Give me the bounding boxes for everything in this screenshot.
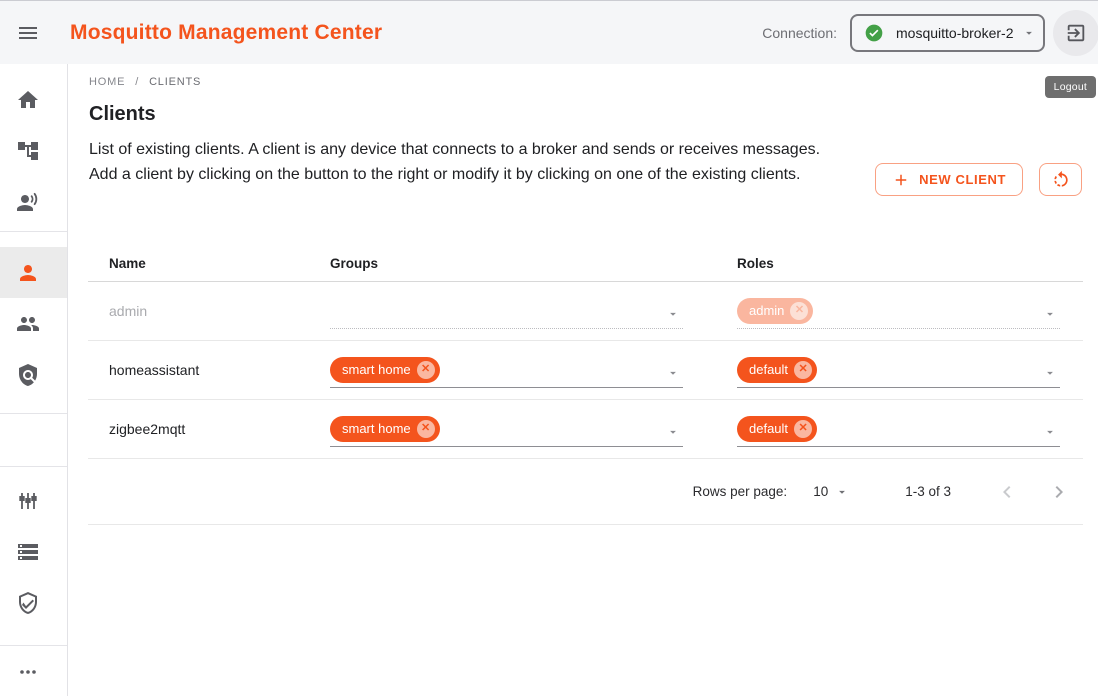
- sidebar-item-roles[interactable]: [0, 349, 67, 400]
- policy-shield-icon: [16, 363, 40, 387]
- tune-sliders-icon: [16, 489, 40, 513]
- breadcrumb-home[interactable]: HOME: [89, 76, 125, 88]
- logout-button[interactable]: [1053, 10, 1098, 56]
- page-actions: NEW CLIENT: [875, 163, 1082, 196]
- new-client-button[interactable]: NEW CLIENT: [875, 163, 1023, 196]
- plus-icon: [892, 171, 910, 189]
- chevron-down-icon: [1043, 307, 1057, 321]
- chevron-right-icon: [1047, 480, 1071, 504]
- roles-select[interactable]: default ✕: [737, 411, 1060, 447]
- role-chip: default ✕: [737, 357, 817, 383]
- app-title: Mosquitto Management Center: [70, 21, 382, 45]
- chevron-down-icon: [1043, 366, 1057, 380]
- rows-per-page-value[interactable]: 10: [813, 484, 828, 499]
- more-horiz-icon: [16, 660, 40, 684]
- chevron-down-icon: [1043, 425, 1057, 439]
- exit-to-app-icon: [1065, 22, 1087, 44]
- sidebar-item-home[interactable]: [0, 74, 67, 125]
- chevron-down-icon: [666, 366, 680, 380]
- home-icon: [16, 88, 40, 112]
- table-header-row: Name Groups Roles: [88, 246, 1083, 282]
- chevron-left-icon: [995, 480, 1019, 504]
- breadcrumb-separator: /: [135, 76, 139, 88]
- rotate-left-icon: [1051, 170, 1071, 190]
- role-chip: default ✕: [737, 416, 817, 442]
- app-bar: Mosquitto Management Center Connection: …: [0, 0, 1098, 64]
- chip-delete-icon[interactable]: ✕: [417, 361, 435, 379]
- verified-shield-icon: [16, 591, 40, 615]
- table-row-admin[interactable]: admin admin ✕: [88, 282, 1083, 341]
- new-client-button-label: NEW CLIENT: [919, 172, 1006, 187]
- sidebar: [0, 64, 68, 696]
- record-voice-over-icon: [16, 190, 40, 214]
- main-content: HOME / CLIENTS Logout Clients List of ex…: [68, 64, 1098, 696]
- previous-page-button[interactable]: [995, 480, 1019, 504]
- chip-delete-icon[interactable]: ✕: [790, 302, 808, 320]
- chevron-down-icon[interactable]: [835, 485, 849, 499]
- client-name: zigbee2mqtt: [88, 421, 330, 437]
- storage-list-icon: [16, 540, 40, 564]
- role-chip-label: default: [749, 362, 788, 377]
- sidebar-item-groups[interactable]: [0, 298, 67, 349]
- sidebar-item-streams[interactable]: [0, 526, 67, 577]
- client-name: admin: [88, 303, 330, 319]
- client-name: homeassistant: [88, 362, 330, 378]
- topic-tree-icon: [16, 139, 40, 163]
- groups-select[interactable]: smart home ✕: [330, 411, 683, 447]
- rows-per-page-label: Rows per page:: [693, 484, 788, 499]
- connection-status-check-icon: [864, 23, 884, 43]
- role-chip: admin ✕: [737, 298, 813, 324]
- hamburger-menu-icon[interactable]: [16, 21, 40, 45]
- logout-tooltip: Logout: [1045, 76, 1096, 98]
- group-chip-label: smart home: [342, 362, 411, 377]
- chip-delete-icon[interactable]: ✕: [794, 361, 812, 379]
- topbar-right: Connection: mosquitto-broker-2: [762, 10, 1098, 56]
- sidebar-item-clients[interactable]: [0, 247, 67, 298]
- clients-table: Name Groups Roles admin admin ✕: [88, 246, 1083, 525]
- connection-value: mosquitto-broker-2: [896, 25, 1014, 41]
- connection-select[interactable]: mosquitto-broker-2: [850, 14, 1045, 52]
- breadcrumb: HOME / CLIENTS: [89, 76, 1098, 88]
- people-icon: [16, 312, 40, 336]
- connection-label: Connection:: [762, 25, 837, 41]
- sidebar-item-topology[interactable]: [0, 125, 67, 176]
- table-row-zigbee2mqtt[interactable]: zigbee2mqtt smart home ✕ default ✕: [88, 400, 1083, 459]
- groups-select[interactable]: smart home ✕: [330, 352, 683, 388]
- sidebar-item-settings[interactable]: [0, 475, 67, 526]
- groups-select[interactable]: [330, 293, 683, 329]
- pagination-range: 1-3 of 3: [905, 484, 951, 499]
- sidebar-item-more[interactable]: [0, 646, 67, 697]
- page-description: List of existing clients. A client is an…: [89, 137, 829, 187]
- column-header-roles: Roles: [737, 256, 1083, 271]
- person-icon: [16, 261, 40, 285]
- table-row-homeassistant[interactable]: homeassistant smart home ✕ default ✕: [88, 341, 1083, 400]
- column-header-groups: Groups: [330, 256, 737, 271]
- roles-select[interactable]: default ✕: [737, 352, 1060, 388]
- chip-delete-icon[interactable]: ✕: [794, 420, 812, 438]
- column-header-name: Name: [88, 256, 330, 271]
- role-chip-label: admin: [749, 303, 784, 318]
- sidebar-item-client-connections[interactable]: [0, 176, 67, 227]
- chip-delete-icon[interactable]: ✕: [417, 420, 435, 438]
- refresh-button[interactable]: [1039, 163, 1082, 196]
- sidebar-item-security[interactable]: [0, 577, 67, 628]
- group-chip: smart home ✕: [330, 416, 440, 442]
- role-chip-label: default: [749, 421, 788, 436]
- group-chip-label: smart home: [342, 421, 411, 436]
- chevron-down-icon: [1022, 26, 1036, 40]
- roles-select[interactable]: admin ✕: [737, 293, 1060, 329]
- chevron-down-icon: [666, 307, 680, 321]
- chevron-down-icon: [666, 425, 680, 439]
- group-chip: smart home ✕: [330, 357, 440, 383]
- table-pagination: Rows per page: 10 1-3 of 3: [88, 459, 1083, 525]
- breadcrumb-current: CLIENTS: [149, 76, 201, 88]
- page-title: Clients: [89, 103, 1098, 126]
- next-page-button[interactable]: [1047, 480, 1071, 504]
